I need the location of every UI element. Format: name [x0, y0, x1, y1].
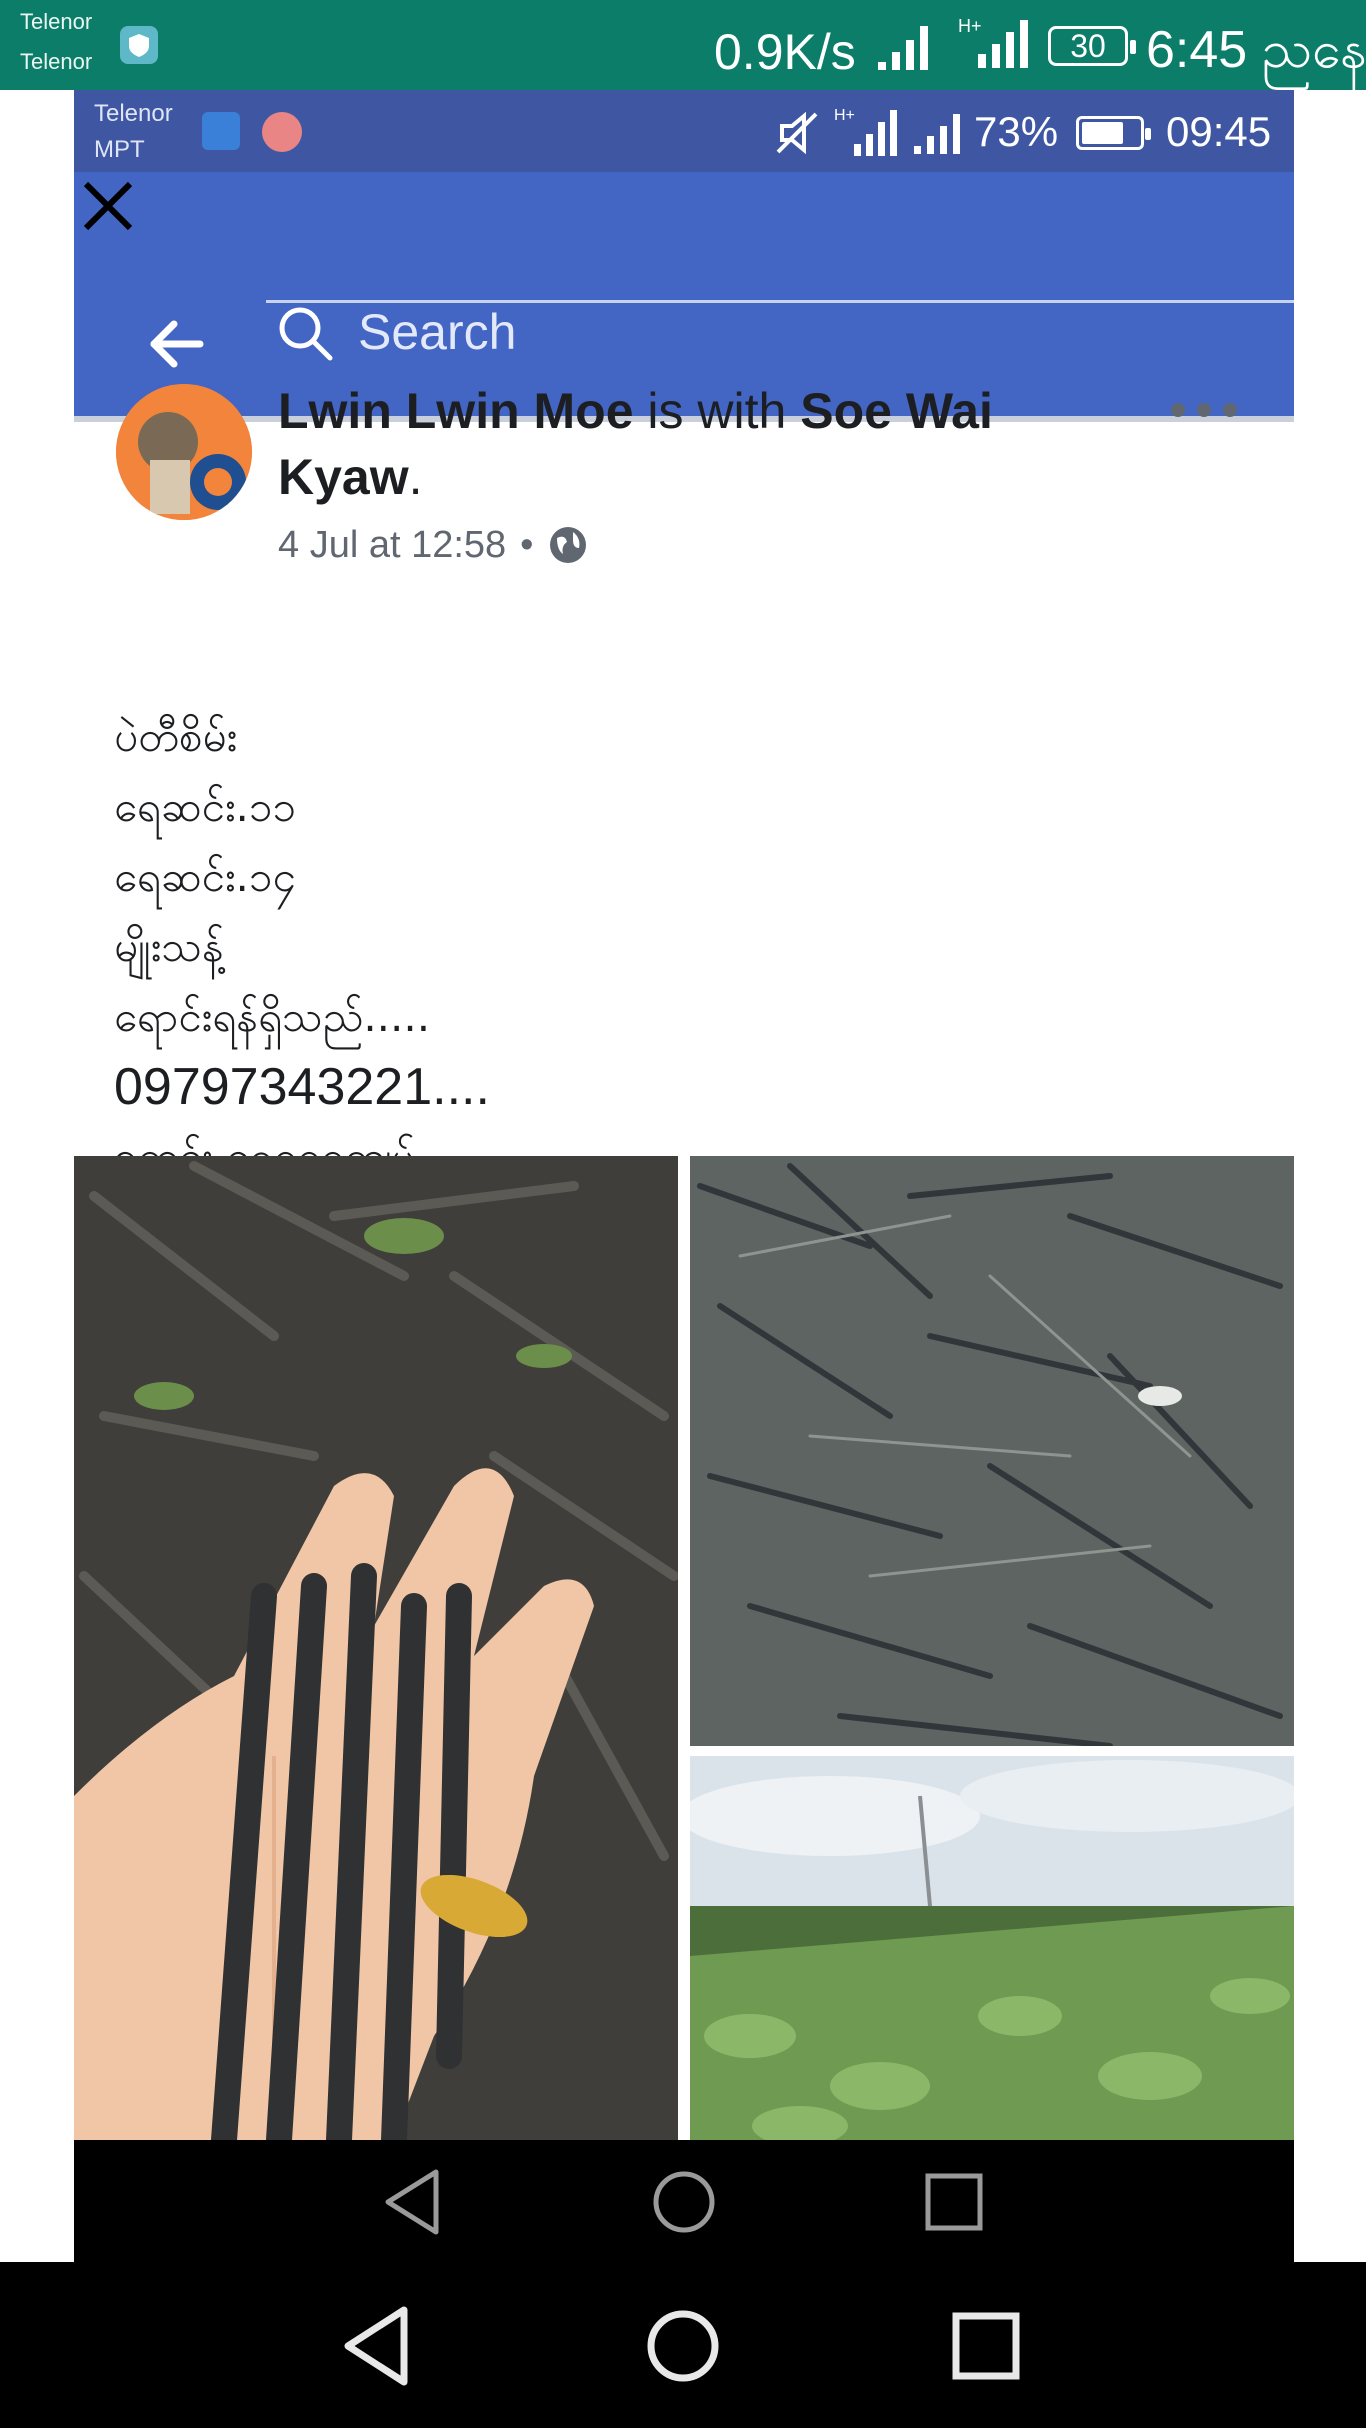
author-name-link[interactable]: Lwin Lwin Moe — [278, 383, 634, 439]
battery-percent: 73% — [974, 108, 1059, 155]
signal-icon — [914, 114, 960, 154]
post-line: ရေဆင်း.၁၁ — [114, 782, 297, 831]
signal-hplus-icon: H+ — [834, 107, 897, 156]
post-line: ရောင်းရန်ရှိသည်..... — [114, 992, 431, 1041]
signal-icon — [878, 26, 928, 70]
triangle-back-icon[interactable] — [330, 2298, 426, 2394]
outer-carrier-labels: Telenor Telenor — [20, 2, 92, 82]
search-icon[interactable] — [274, 302, 338, 366]
triangle-back-icon[interactable] — [374, 2162, 454, 2242]
post-line: ရေဆင်း.၁၄ — [114, 852, 297, 901]
signal-hplus-icon: H+ — [956, 14, 1036, 78]
search-input[interactable] — [358, 298, 898, 366]
back-arrow-icon[interactable] — [140, 308, 212, 380]
inner-navigation-bar — [74, 2140, 1294, 2262]
outer-status-bar: Telenor Telenor 0.9K/s H+ 30 6:45 ညနေ — [0, 0, 1366, 90]
square-recents-icon[interactable] — [914, 2162, 994, 2242]
author-period: . — [408, 449, 423, 505]
photo-hand-with-bean-pods[interactable] — [74, 1156, 678, 2140]
battery-icon — [1076, 116, 1151, 150]
outer-carrier-2: Telenor — [20, 49, 93, 74]
photo-bean-field[interactable] — [690, 1756, 1294, 2140]
outer-carrier-1: Telenor — [20, 9, 93, 34]
post-text: ပဲတီစိမ်း ရေဆင်း.၁၁ ရေဆင်း.၁၄ မျိုးသန့် … — [114, 702, 1214, 1192]
globe-icon — [550, 527, 587, 563]
square-recents-icon[interactable] — [938, 2298, 1034, 2394]
inner-status-bar: Telenor MPT H+ 73% 09:45 — [74, 90, 1294, 172]
inner-screen: Telenor MPT H+ 73% 09:45 Search Lwin Lwi… — [74, 90, 1294, 2262]
post-author-line: Lwin Lwin Moe is with Soe Wai Kyaw. — [278, 378, 1058, 510]
avatar[interactable] — [116, 384, 252, 520]
net-speed: 0.9K/s — [714, 24, 856, 80]
shield-icon — [120, 26, 158, 64]
circle-home-icon[interactable] — [635, 2298, 731, 2394]
outer-navigation-bar — [0, 2262, 1366, 2428]
search-underline — [266, 300, 1294, 303]
outer-clock: 6:45 ညနေ — [1146, 21, 1366, 79]
inner-carrier-labels: Telenor MPT — [94, 96, 173, 168]
post-phone-number[interactable]: 09797343221.... — [114, 1052, 1214, 1122]
inner-carrier-2: MPT — [94, 136, 145, 163]
health-app-icon — [202, 112, 240, 150]
inner-carrier-1: Telenor — [94, 100, 173, 127]
circle-home-icon[interactable] — [644, 2162, 724, 2242]
svg-text:H+: H+ — [958, 16, 982, 36]
with-text: is with — [633, 383, 801, 439]
svg-text:H+: H+ — [834, 107, 855, 124]
post-line: ပဲတီစိမ်း — [114, 712, 238, 761]
app-notification-icon — [262, 112, 302, 152]
battery-icon: 30 — [1048, 26, 1136, 66]
post-timestamp[interactable]: 4 Jul at 12:58 — [278, 520, 506, 570]
photo-pile-of-bean-pods[interactable] — [690, 1156, 1294, 1746]
post-line: မျိုးသန့် — [114, 922, 224, 971]
more-options-icon[interactable] — [1166, 390, 1242, 430]
meta-separator: • — [520, 524, 534, 566]
close-icon[interactable] — [78, 176, 138, 236]
mute-icon — [776, 111, 818, 155]
post-meta: 4 Jul at 12:58 • — [278, 520, 589, 570]
inner-clock: 09:45 — [1166, 108, 1272, 155]
